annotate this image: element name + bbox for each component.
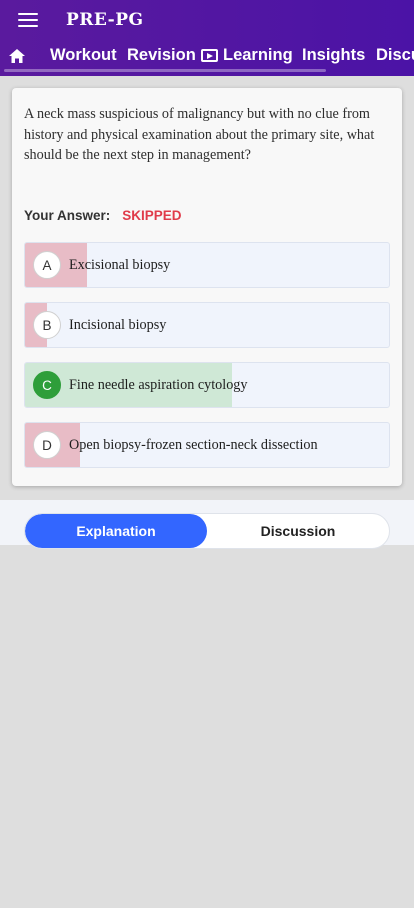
tabs-scrollbar[interactable] <box>4 69 326 72</box>
option-d-letter: D <box>33 431 61 459</box>
discussion-tab[interactable]: Discussion <box>207 514 389 548</box>
question-card: A neck mass suspicious of malignancy but… <box>12 88 402 486</box>
question-text: A neck mass suspicious of malignancy but… <box>24 106 375 163</box>
answer-status: SKIPPED <box>122 208 182 223</box>
tab-insights[interactable]: Insights <box>302 46 365 65</box>
option-c[interactable]: C Fine needle aspiration cytology <box>24 362 390 408</box>
option-b-text: Incisional biopsy <box>69 317 167 333</box>
app-title: PRE-PG <box>66 10 144 30</box>
option-a[interactable]: A Excisional biopsy <box>24 242 390 288</box>
solution-panel: Explanation Discussion <box>0 500 414 549</box>
home-icon[interactable] <box>8 48 26 64</box>
tab-learning[interactable]: Learning <box>201 46 293 65</box>
option-b-letter: B <box>33 311 61 339</box>
hamburger-menu-icon[interactable] <box>18 12 38 28</box>
tab-discussion[interactable]: Discu <box>376 46 414 65</box>
answer-label: Your Answer: <box>24 208 111 223</box>
option-d[interactable]: D Open biopsy-frozen section-neck dissec… <box>24 422 390 468</box>
play-box-icon <box>201 49 218 62</box>
option-c-text: Fine needle aspiration cytology <box>69 377 248 393</box>
option-b[interactable]: B Incisional biopsy <box>24 302 390 348</box>
tab-revision[interactable]: Revision <box>127 46 196 65</box>
option-a-letter: A <box>33 251 61 279</box>
app-header: PRE-PG Workout Revision Learning Insight… <box>0 0 414 76</box>
your-answer-row: Your Answer: SKIPPED <box>24 208 182 223</box>
option-a-text: Excisional biopsy <box>69 257 171 273</box>
segmented-control: Explanation Discussion <box>24 513 390 549</box>
tab-workout[interactable]: Workout <box>50 46 117 65</box>
explanation-tab[interactable]: Explanation <box>25 514 207 548</box>
option-c-letter: C <box>33 371 61 399</box>
option-d-text: Open biopsy-frozen section-neck dissecti… <box>69 437 318 453</box>
